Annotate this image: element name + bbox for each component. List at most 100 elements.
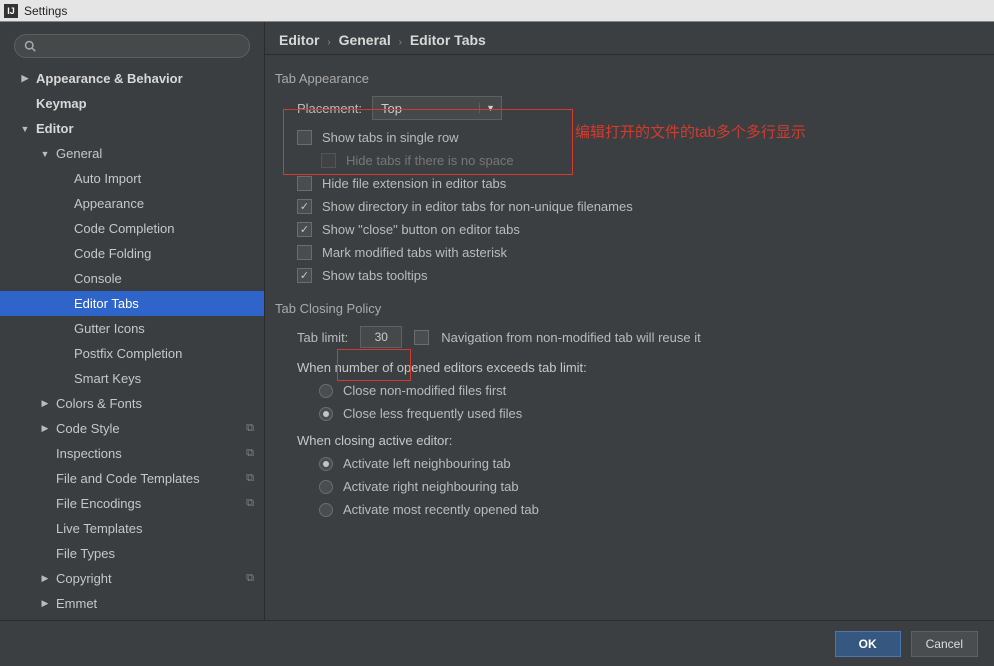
sidebar-item-label: General: [56, 146, 102, 161]
sidebar-item-label: Emmet: [56, 596, 97, 611]
activate-left-radio[interactable]: Activate left neighbouring tab: [319, 456, 976, 471]
breadcrumb-editor-tabs[interactable]: Editor Tabs: [410, 32, 486, 48]
sidebar-item-label: Postfix Completion: [74, 346, 182, 361]
sidebar-item-label: Inspections: [56, 446, 122, 461]
search-input[interactable]: [14, 34, 250, 58]
show-tooltips-check[interactable]: Show tabs tooltips: [297, 268, 976, 283]
show-tooltips-label: Show tabs tooltips: [322, 268, 428, 283]
sidebar-item-file-and-code-templates[interactable]: File and Code Templates ⧉: [0, 466, 264, 491]
sidebar-item-file-encodings[interactable]: File Encodings ⧉: [0, 491, 264, 516]
checkbox-icon[interactable]: [414, 330, 429, 345]
window-title: Settings: [24, 4, 67, 18]
sidebar-item-label: Code Folding: [74, 246, 151, 261]
sidebar-item-label: Code Completion: [74, 221, 174, 236]
sidebar-item-gutter-icons[interactable]: Gutter Icons: [0, 316, 264, 341]
chevron-right-icon: ▶: [40, 573, 50, 584]
sidebar-item-label: Copyright: [56, 571, 112, 586]
activate-right-radio[interactable]: Activate right neighbouring tab: [319, 479, 976, 494]
activate-recent-radio[interactable]: Activate most recently opened tab: [319, 502, 976, 517]
sidebar-item-label: Colors & Fonts: [56, 396, 142, 411]
checkbox-checked-icon: [297, 199, 312, 214]
sidebar-item-postfix-completion[interactable]: Postfix Completion: [0, 341, 264, 366]
sidebar-item-code-style[interactable]: ▶Code Style⧉: [0, 416, 264, 441]
radio-icon: [319, 503, 333, 517]
sidebar-item-label: Appearance: [74, 196, 144, 211]
checkbox-checked-icon: [297, 268, 312, 283]
close-non-modified-radio[interactable]: Close non-modified files first: [319, 383, 976, 398]
sidebar-item-label: Gutter Icons: [74, 321, 145, 336]
activate-left-label: Activate left neighbouring tab: [343, 456, 511, 471]
sidebar-item-label: File and Code Templates: [56, 471, 200, 486]
ok-button[interactable]: OK: [835, 631, 901, 657]
chevron-right-icon: ▶: [40, 598, 50, 609]
show-close-label: Show "close" button on editor tabs: [322, 222, 520, 237]
chevron-down-icon: ▼: [40, 149, 50, 159]
sidebar-item-label: File Encodings: [56, 496, 141, 511]
sidebar-item-emmet[interactable]: ▶ Emmet: [0, 591, 264, 616]
sidebar-item-label: Keymap: [36, 96, 87, 111]
sidebar-item-general[interactable]: ▼ General: [0, 141, 264, 166]
show-close-check[interactable]: Show "close" button on editor tabs: [297, 222, 976, 237]
radio-icon: [319, 384, 333, 398]
copy-icon: ⧉: [246, 422, 254, 435]
sidebar-item-file-types[interactable]: File Types: [0, 541, 264, 566]
chevron-right-icon: ›: [327, 37, 330, 48]
sidebar-item-label: Smart Keys: [74, 371, 141, 386]
sidebar-item-live-templates[interactable]: Live Templates: [0, 516, 264, 541]
sidebar-item-colors-fonts[interactable]: ▶ Colors & Fonts: [0, 391, 264, 416]
content: Editor › General › Editor Tabs 编辑打开的文件的t…: [265, 22, 994, 620]
hide-extension-check[interactable]: Hide file extension in editor tabs: [297, 176, 976, 191]
annotation-text: 编辑打开的文件的tab多个多行显示: [575, 121, 806, 142]
sidebar-item-inspections[interactable]: Inspections ⧉: [0, 441, 264, 466]
sidebar-item-auto-import[interactable]: Auto Import: [0, 166, 264, 191]
sidebar-item-label: Console: [74, 271, 122, 286]
closing-active-label: When closing active editor:: [297, 433, 976, 448]
mark-modified-label: Mark modified tabs with asterisk: [322, 245, 507, 260]
copy-icon: ⧉: [246, 447, 254, 460]
copy-icon: ⧉: [246, 572, 254, 585]
sidebar-item-label: File Types: [56, 546, 115, 561]
sidebar-item-copyright[interactable]: ▶ Copyright ⧉: [0, 566, 264, 591]
sidebar-item-code-completion[interactable]: Code Completion: [0, 216, 264, 241]
close-non-modified-label: Close non-modified files first: [343, 383, 506, 398]
copy-icon: ⧉: [246, 497, 254, 510]
sidebar-item-appearance[interactable]: Appearance: [0, 191, 264, 216]
tab-limit-input[interactable]: [360, 326, 402, 348]
chevron-right-icon: ▶: [20, 73, 30, 84]
show-directory-label: Show directory in editor tabs for non-un…: [322, 199, 633, 214]
sidebar-item-keymap[interactable]: Keymap: [0, 91, 264, 116]
chevron-down-icon: ▼: [20, 124, 30, 134]
copy-icon: ⧉: [246, 472, 254, 485]
close-less-frequent-label: Close less frequently used files: [343, 406, 522, 421]
activate-right-label: Activate right neighbouring tab: [343, 479, 519, 494]
breadcrumb-general[interactable]: General: [339, 32, 391, 48]
breadcrumb-editor[interactable]: Editor: [279, 32, 319, 48]
search-wrap: [0, 30, 264, 66]
chevron-right-icon: ▶: [40, 398, 50, 409]
sidebar-item-editor[interactable]: ▼ Editor: [0, 116, 264, 141]
annotation-box-1: [283, 109, 573, 175]
sidebar-item-editor-tabs[interactable]: Editor Tabs: [0, 291, 264, 316]
sidebar-item-smart-keys[interactable]: Smart Keys: [0, 366, 264, 391]
sidebar-item-label: Live Templates: [56, 521, 142, 536]
sidebar-item-appearance-behavior[interactable]: ▶Appearance & Behavior: [0, 66, 264, 91]
tab-limit-label: Tab limit:: [297, 330, 348, 345]
mark-modified-check[interactable]: Mark modified tabs with asterisk: [297, 245, 976, 260]
sidebar-item-console[interactable]: Console: [0, 266, 264, 291]
sidebar-item-label: Editor: [36, 121, 74, 136]
nav-reuse-label: Navigation from non-modified tab will re…: [441, 330, 700, 345]
section-tab-closing: Tab Closing Policy: [275, 301, 976, 316]
radio-checked-icon: [319, 457, 333, 471]
sidebar-item-label: Code Style: [56, 421, 120, 436]
show-directory-check[interactable]: Show directory in editor tabs for non-un…: [297, 199, 976, 214]
footer: OK Cancel: [0, 620, 994, 666]
hide-extension-label: Hide file extension in editor tabs: [322, 176, 506, 191]
radio-icon: [319, 480, 333, 494]
activate-recent-label: Activate most recently opened tab: [343, 502, 539, 517]
settings-body: 编辑打开的文件的tab多个多行显示 Tab Appearance Placeme…: [265, 55, 994, 620]
sidebar-item-code-folding[interactable]: Code Folding: [0, 241, 264, 266]
close-less-frequent-radio[interactable]: Close less frequently used files: [319, 406, 976, 421]
checkbox-icon: [297, 176, 312, 191]
cancel-button[interactable]: Cancel: [911, 631, 978, 657]
chevron-right-icon: ›: [399, 37, 402, 48]
